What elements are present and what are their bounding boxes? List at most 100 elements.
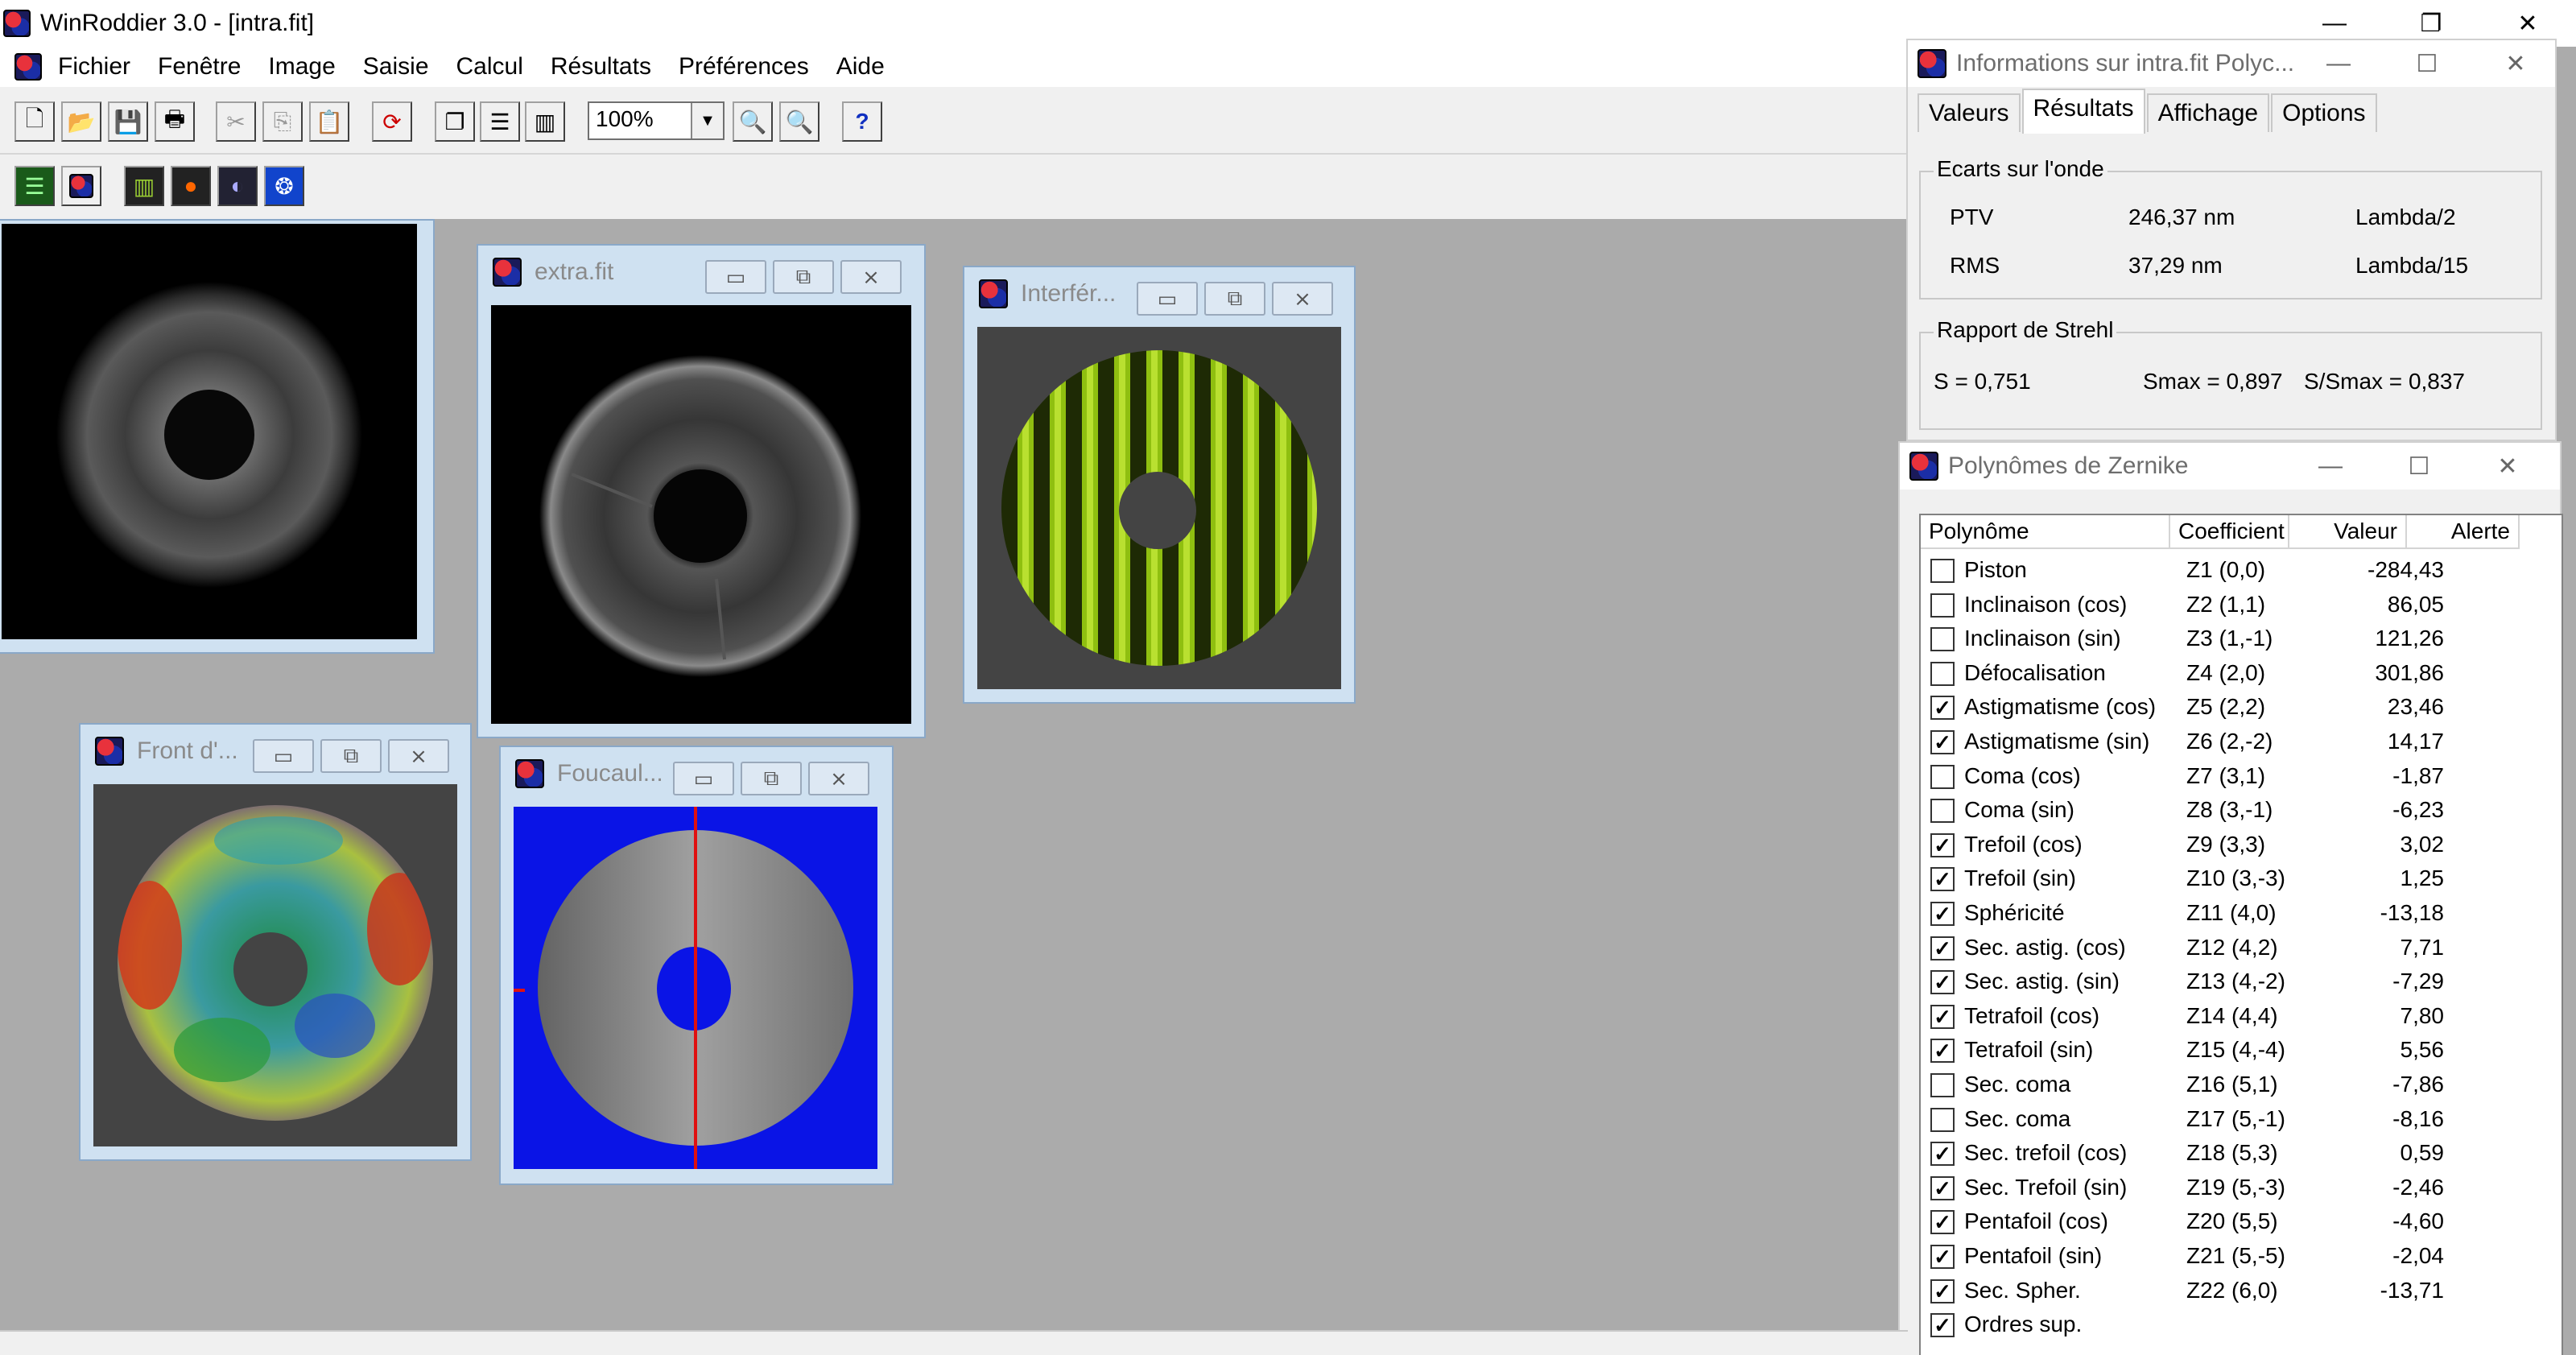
maximize-button[interactable]: ⧉ [320, 739, 382, 773]
close-button[interactable]: ✕ [2463, 443, 2552, 490]
row-checkbox[interactable] [1930, 1107, 1955, 1132]
tab-affichage[interactable]: Affichage [2146, 93, 2270, 132]
minimize-button[interactable]: ▭ [705, 260, 766, 294]
row-checkbox[interactable]: ✓ [1930, 1039, 1955, 1064]
print-icon[interactable]: 🖶 [155, 101, 195, 142]
row-checkbox[interactable]: ✓ [1930, 1279, 1955, 1303]
table-row[interactable]: Sec. coma Z17 (5,-1) -8,16 [1921, 1103, 2576, 1137]
col-polynome[interactable]: Polynôme [1921, 515, 2170, 549]
row-checkbox[interactable]: ✓ [1930, 936, 1955, 960]
maximize-button[interactable]: ⧉ [1204, 282, 1265, 316]
table-row[interactable]: Défocalisation Z4 (2,0) 301,86 [1921, 657, 2576, 691]
zernike-panel[interactable]: Polynômes de Zernike — ☐ ✕ Polynôme Coef… [1898, 441, 2563, 1355]
table-row[interactable]: Sec. coma Z16 (5,1) -7,86 [1921, 1068, 2576, 1102]
row-checkbox[interactable]: ✓ [1930, 1313, 1955, 1338]
table-row[interactable]: Piston Z1 (0,0) -284,43 [1921, 554, 2576, 588]
row-checkbox[interactable]: ✓ [1930, 1245, 1955, 1269]
table-row[interactable]: ✓ Tetrafoil (cos) Z14 (4,4) 7,80 [1921, 1000, 2576, 1034]
table-row[interactable]: Coma (sin) Z8 (3,-1) -6,23 [1921, 794, 2576, 828]
maximize-button[interactable]: ⧉ [741, 762, 802, 795]
menu-fichier[interactable]: Fichier [58, 53, 130, 81]
table-row[interactable]: ✓ Pentafoil (cos) Z20 (5,5) -4,60 [1921, 1205, 2576, 1239]
row-checkbox[interactable]: ✓ [1930, 696, 1955, 721]
close-button[interactable]: ⨯ [808, 762, 869, 795]
row-checkbox[interactable]: ✓ [1930, 1210, 1955, 1235]
row-checkbox[interactable] [1930, 593, 1955, 618]
foucault-icon[interactable]: ◐ [217, 166, 258, 206]
table-row[interactable]: ✓ Sec. trefoil (cos) Z18 (5,3) 0,59 [1921, 1137, 2576, 1171]
window-wavefront[interactable]: Front d'... ▭ ⧉ ⨯ [79, 723, 472, 1161]
refresh-icon[interactable]: ⟳ [372, 101, 412, 142]
tab-valeurs[interactable]: Valeurs [1918, 93, 2021, 132]
image-list-icon[interactable]: ☰ [14, 166, 55, 206]
menu-saisie[interactable]: Saisie [363, 53, 429, 81]
row-checkbox[interactable]: ✓ [1930, 1142, 1955, 1167]
paste-icon[interactable]: 📋 [309, 101, 349, 142]
menu-resultats[interactable]: Résultats [551, 53, 651, 81]
menu-preferences[interactable]: Préférences [679, 53, 809, 81]
row-checkbox[interactable] [1930, 764, 1955, 789]
row-checkbox[interactable]: ✓ [1930, 1004, 1955, 1029]
open-folder-icon[interactable]: 📂 [61, 101, 101, 142]
menu-image[interactable]: Image [268, 53, 335, 81]
save-icon[interactable]: 💾 [108, 101, 148, 142]
close-button[interactable]: ⨯ [1272, 282, 1333, 316]
minimize-button[interactable]: — [2286, 443, 2375, 490]
table-row[interactable]: ✓ Trefoil (sin) Z10 (3,-3) 1,25 [1921, 862, 2576, 896]
roddier-icon[interactable] [61, 166, 101, 206]
tile-vertical-icon[interactable]: ▥ [525, 101, 565, 142]
cascade-windows-icon[interactable]: ❐ [435, 101, 475, 142]
table-row[interactable]: ✓ Trefoil (cos) Z9 (3,3) 3,02 [1921, 828, 2576, 862]
close-button[interactable]: ⨯ [840, 260, 902, 294]
row-checkbox[interactable]: ✓ [1930, 902, 1955, 926]
info-panel[interactable]: Informations sur intra.fit Polyc... — ☐ … [1906, 39, 2557, 441]
cut-icon[interactable]: ✂ [216, 101, 256, 142]
table-row[interactable]: Inclinaison (sin) Z3 (1,-1) 121,26 [1921, 622, 2576, 656]
row-checkbox[interactable] [1930, 559, 1955, 583]
row-checkbox[interactable] [1930, 799, 1955, 824]
minimize-button[interactable]: ▭ [253, 739, 314, 773]
minimize-button[interactable]: — [2294, 40, 2383, 87]
row-checkbox[interactable]: ✓ [1930, 867, 1955, 892]
menu-calcul[interactable]: Calcul [456, 53, 523, 81]
table-row[interactable]: ✓ Pentafoil (sin) Z21 (5,-5) -2,04 [1921, 1240, 2576, 1274]
maximize-button[interactable]: ☐ [2375, 443, 2463, 490]
row-checkbox[interactable] [1930, 1073, 1955, 1097]
table-row[interactable]: ✓ Sphéricité Z11 (4,0) -13,18 [1921, 897, 2576, 931]
window-intra[interactable] [0, 219, 435, 654]
row-checkbox[interactable]: ✓ [1930, 832, 1955, 857]
minimize-button[interactable]: ▭ [673, 762, 734, 795]
copy-icon[interactable]: ⎘ [262, 101, 303, 142]
col-coefficient[interactable]: Coefficient [2170, 515, 2289, 549]
star-image-icon[interactable]: ● [171, 166, 211, 206]
row-checkbox[interactable]: ✓ [1930, 1175, 1955, 1200]
row-checkbox[interactable]: ✓ [1930, 970, 1955, 995]
zoom-in-icon[interactable]: 🔍 [733, 101, 773, 142]
window-foucault[interactable]: Foucaul... ▭ ⧉ ⨯ [499, 746, 894, 1185]
minimize-button[interactable]: ▭ [1137, 282, 1198, 316]
wavefront-icon[interactable]: ❂ [264, 166, 304, 206]
menu-aide[interactable]: Aide [836, 53, 885, 81]
table-row[interactable]: ✓ Astigmatisme (sin) Z6 (2,-2) 14,17 [1921, 725, 2576, 759]
table-row[interactable]: ✓ Sec. Trefoil (sin) Z19 (5,-3) -2,46 [1921, 1171, 2576, 1205]
table-row[interactable]: Inclinaison (cos) Z2 (1,1) 86,05 [1921, 589, 2576, 622]
new-file-icon[interactable]: 🗋 [14, 101, 55, 142]
row-checkbox[interactable] [1930, 627, 1955, 652]
col-alerte[interactable]: Alerte [2407, 515, 2520, 549]
tile-horizontal-icon[interactable]: ☰ [480, 101, 520, 142]
close-button[interactable]: ⨯ [388, 739, 449, 773]
row-checkbox[interactable]: ✓ [1930, 730, 1955, 754]
document-icon[interactable] [14, 53, 42, 81]
table-row[interactable]: Coma (cos) Z7 (3,1) -1,87 [1921, 760, 2576, 794]
window-extra[interactable]: extra.fit ▭ ⧉ ⨯ [477, 244, 926, 738]
table-row[interactable]: ✓ Sec. Spher. Z22 (6,0) -13,71 [1921, 1274, 2576, 1308]
col-valeur[interactable]: Valeur [2289, 515, 2407, 549]
tab-resultats[interactable]: Résultats [2021, 89, 2145, 134]
help-button[interactable]: ? [842, 101, 882, 142]
table-row[interactable]: ✓ Sec. astig. (cos) Z12 (4,2) 7,71 [1921, 932, 2576, 965]
maximize-button[interactable]: ⧉ [773, 260, 834, 294]
tab-options[interactable]: Options [2271, 93, 2377, 132]
row-checkbox[interactable] [1930, 661, 1955, 686]
table-row[interactable]: ✓ Ordres sup. [1921, 1308, 2576, 1342]
maximize-button[interactable]: ☐ [2383, 40, 2471, 87]
